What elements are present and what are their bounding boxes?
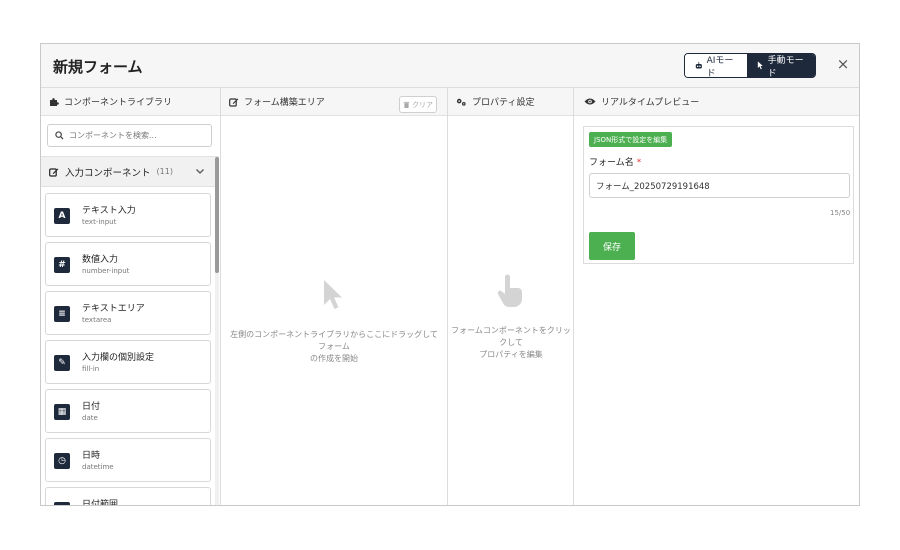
char-counter: 15/50 [830,209,851,217]
pointer-icon [324,280,342,309]
robot-icon [695,62,702,69]
category-input-components[interactable]: 入力コンポーネント (11) [41,156,219,187]
search-input[interactable] [69,131,199,140]
ai-mode-label: AIモード [706,55,734,78]
builder-empty-line1: 左側のコンポーネントライブラリからここにドラッグしてフォーム [230,330,438,351]
mode-toggle: AIモード 手動モード [684,53,816,78]
pencil-square-icon: ✎ [54,355,70,371]
component-type: text-input [82,218,117,226]
component-type: fill-in [82,365,100,373]
chevron-down-icon [196,169,204,174]
gears-icon [456,98,466,106]
edit-icon [49,167,59,177]
column-divider [573,88,574,505]
builder-empty-message: 左側のコンポーネントライブラリからここにドラッグしてフォーム の作成を開始 [227,329,441,365]
component-label: テキスト入力 [82,206,136,216]
preview-title: リアルタイムプレビュー [601,98,700,108]
calendar-icon: ▦ [54,404,70,420]
library-title: コンポーネントライブラリ [64,98,173,108]
save-button[interactable]: 保存 [589,232,635,260]
component-label: テキストエリア [82,304,145,314]
form-name-input[interactable] [589,173,850,198]
ai-mode-button[interactable]: AIモード [685,54,747,77]
manual-mode-label: 手動モード [767,55,804,78]
close-button[interactable]: × [835,56,851,72]
cursor-icon [757,61,763,70]
edit-icon [229,97,239,107]
scrollbar-thumb[interactable] [215,157,219,273]
manual-mode-button[interactable]: 手動モード [747,54,815,77]
component-item-date-range[interactable]: ▦ 日付範囲 [45,487,211,506]
properties-empty-message: フォームコンポーネントをクリックして プロパティを編集 [449,325,573,361]
preview-form: JSON形式で設定を編集 フォーム名* 15/50 保存 [583,126,854,264]
component-item-date[interactable]: ▦ 日付 date [45,389,211,433]
new-form-dialog: 新規フォーム AIモード 手動モード × コンポーネントライブラリ コンポーネン… [40,43,860,506]
hash-icon: # [54,257,70,273]
puzzle-icon [50,97,59,106]
component-label: 日付範囲 [82,500,119,506]
component-type: number-input [82,267,130,275]
component-label: 日時 [82,451,101,461]
dialog-title: 新規フォーム [53,58,143,76]
dialog-header: 新規フォーム AIモード 手動モード × [41,44,859,88]
component-item-fill-in[interactable]: ✎ 入力欄の個別設定 fill-in [45,340,211,384]
component-item-text-input[interactable]: A テキスト入力 text-input [45,193,211,237]
builder-empty-line2: の作成を開始 [310,354,358,363]
eye-icon [584,98,596,105]
clock-icon: ◷ [54,453,70,469]
json-edit-button[interactable]: JSON形式で設定を編集 [589,132,673,147]
form-name-label: フォーム名 * [589,155,641,168]
component-item-number-input[interactable]: # 数値入力 number-input [45,242,211,286]
component-label: 日付 [82,402,101,412]
component-item-textarea[interactable]: ≡ テキストエリア textarea [45,291,211,335]
pointer-hand-icon [497,274,522,307]
properties-empty-line2: プロパティを編集 [479,350,543,359]
category-count: (11) [156,167,173,176]
component-item-datetime[interactable]: ◷ 日時 datetime [45,438,211,482]
properties-title: プロパティ設定 [472,98,535,108]
calendar-range-icon: ▦ [54,502,70,505]
form-name-label-text: フォーム名 [589,158,634,168]
preview-panel-header: リアルタイムプレビュー [574,88,859,116]
component-type: textarea [82,316,112,324]
required-mark: * [636,158,642,168]
trash-icon [403,101,410,108]
clear-label: クリア [412,100,433,109]
component-list: A テキスト入力 text-input # 数値入力 number-input … [45,193,211,506]
text-input-icon: A [54,208,70,224]
column-divider [220,88,221,505]
search-icon [55,131,64,140]
category-label: 入力コンポーネント [65,167,151,179]
properties-panel-header: プロパティ設定 [448,88,573,116]
clear-button[interactable]: クリア [399,96,437,113]
component-label: 入力欄の個別設定 [82,353,155,363]
component-search [47,124,212,147]
builder-title: フォーム構築エリア [244,98,325,108]
align-left-icon: ≡ [54,306,70,322]
component-type: datetime [82,463,114,471]
properties-empty-line1: フォームコンポーネントをクリックして [451,326,571,347]
component-label: 数値入力 [82,255,119,265]
column-divider [447,88,448,505]
component-type: date [82,414,98,422]
library-panel-header: コンポーネントライブラリ [41,88,220,116]
